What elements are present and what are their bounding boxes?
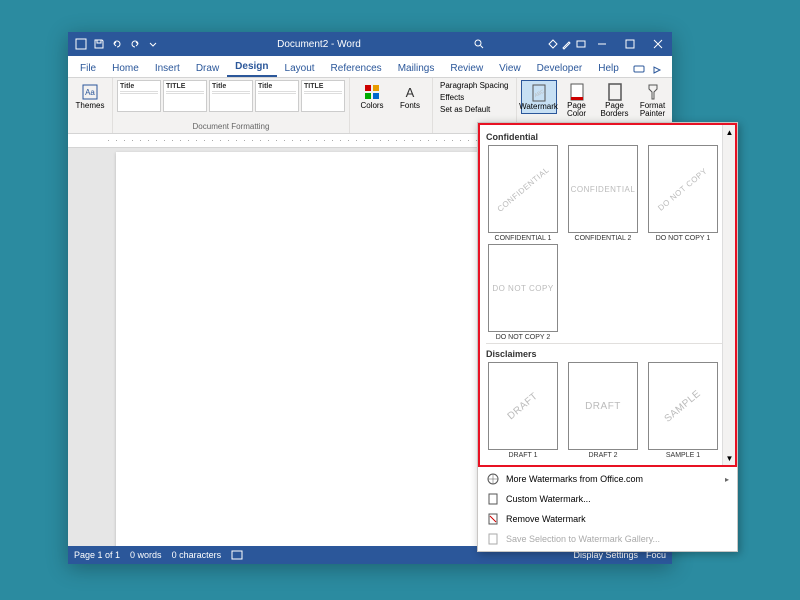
ribbon-group-themes: Aa Themes (68, 78, 113, 133)
quick-access-toolbar (68, 37, 166, 51)
autosave-icon[interactable] (74, 37, 88, 51)
scroll-up-icon[interactable]: ▲ (723, 125, 736, 139)
watermark-thumb-confidential-2[interactable]: CONFIDENTIAL CONFIDENTIAL 2 (566, 145, 640, 242)
page-color-button[interactable]: Page Color (559, 80, 595, 120)
tab-view[interactable]: View (491, 60, 529, 77)
tab-layout[interactable]: Layout (277, 60, 323, 77)
save-selection-item: Save Selection to Watermark Gallery... (478, 529, 737, 549)
gallery-section-label: Disclaimers (486, 346, 729, 362)
window-controls (588, 32, 672, 56)
status-spellcheck-icon[interactable] (231, 550, 243, 560)
themes-button[interactable]: Aa Themes (72, 80, 108, 112)
chevron-right-icon: ▸ (725, 475, 729, 484)
scroll-down-icon[interactable]: ▼ (723, 451, 736, 465)
themes-icon: Aa (80, 82, 100, 102)
watermark-thumb-donotcopy-2[interactable]: DO NOT COPY DO NOT COPY 2 (486, 244, 560, 341)
watermark-thumb-draft-2[interactable]: DRAFT DRAFT 2 (566, 362, 640, 459)
ribbon-display-icon[interactable] (574, 37, 588, 51)
format-painter-button[interactable]: Format Painter (635, 80, 671, 120)
diamond-icon[interactable] (546, 37, 560, 51)
colors-button[interactable]: Colors (354, 80, 390, 112)
qat-more-icon[interactable] (146, 37, 160, 51)
svg-text:ABC: ABC (533, 89, 545, 100)
globe-icon (486, 472, 500, 486)
watermark-thumb-draft-1[interactable]: DRAFT DRAFT 1 (486, 362, 560, 459)
tab-insert[interactable]: Insert (147, 60, 188, 77)
effects-button[interactable]: Effects (437, 92, 512, 103)
search-icon[interactable] (472, 37, 486, 51)
tab-developer[interactable]: Developer (529, 60, 591, 77)
format-painter-icon (643, 82, 663, 102)
status-words[interactable]: 0 words (130, 550, 162, 560)
redo-icon[interactable] (128, 37, 142, 51)
set-default-button[interactable]: Set as Default (437, 104, 512, 115)
watermark-menu: More Watermarks from Office.com ▸ Custom… (478, 467, 737, 551)
status-chars[interactable]: 0 characters (172, 550, 222, 560)
custom-watermark-item[interactable]: Custom Watermark... (478, 489, 737, 509)
close-button[interactable] (644, 32, 672, 56)
minimize-button[interactable] (588, 32, 616, 56)
tab-references[interactable]: References (323, 60, 390, 77)
fonts-icon: A (400, 82, 420, 102)
tab-file[interactable]: File (72, 60, 104, 77)
share-icon[interactable] (650, 63, 664, 77)
watermark-thumb-sample-1[interactable]: SAMPLE SAMPLE 1 (646, 362, 720, 459)
svg-text:A: A (406, 85, 415, 100)
style-set-thumb[interactable]: TITLE (301, 80, 345, 112)
tab-home[interactable]: Home (104, 60, 147, 77)
page-borders-button[interactable]: Page Borders (597, 80, 633, 120)
style-set-thumb[interactable]: Title (255, 80, 299, 112)
maximize-button[interactable] (616, 32, 644, 56)
custom-watermark-icon (486, 492, 500, 506)
ribbon-group-doc-format: Title TITLE Title Title TITLE Document F… (113, 78, 350, 133)
watermark-gallery: Confidential CONFIDENTIAL CONFIDENTIAL 1… (478, 123, 737, 467)
tab-mailings[interactable]: Mailings (390, 60, 443, 77)
gallery-section-label: Confidential (486, 129, 729, 145)
page-color-icon (567, 82, 587, 102)
paragraph-spacing-button[interactable]: Paragraph Spacing (437, 80, 512, 91)
fonts-button[interactable]: A Fonts (392, 80, 428, 112)
save-selection-icon (486, 532, 500, 546)
watermark-thumb-donotcopy-1[interactable]: DO NOT COPY DO NOT COPY 1 (646, 145, 720, 242)
window-title: Document2 - Word (166, 39, 472, 50)
watermark-thumb-confidential-1[interactable]: CONFIDENTIAL CONFIDENTIAL 1 (486, 145, 560, 242)
tab-review[interactable]: Review (442, 60, 491, 77)
page-borders-icon (605, 82, 625, 102)
undo-icon[interactable] (110, 37, 124, 51)
watermark-button[interactable]: ABC Watermark (521, 80, 557, 114)
more-watermarks-item[interactable]: More Watermarks from Office.com ▸ (478, 469, 737, 489)
save-icon[interactable] (92, 37, 106, 51)
status-page[interactable]: Page 1 of 1 (74, 550, 120, 560)
tab-draw[interactable]: Draw (188, 60, 227, 77)
comments-icon[interactable] (632, 63, 646, 77)
pen-icon[interactable] (560, 37, 574, 51)
ribbon-tabs: File Home Insert Draw Design Layout Refe… (68, 56, 672, 78)
colors-icon (362, 82, 382, 102)
remove-watermark-item[interactable]: Remove Watermark (478, 509, 737, 529)
titlebar: Document2 - Word (68, 32, 672, 56)
ribbon-group-colors-fonts: Colors A Fonts (350, 78, 433, 133)
style-set-thumb[interactable]: TITLE (163, 80, 207, 112)
tab-design[interactable]: Design (227, 58, 276, 77)
gallery-scrollbar[interactable]: ▲ ▼ (722, 125, 736, 465)
remove-watermark-icon (486, 512, 500, 526)
style-set-thumb[interactable]: Title (209, 80, 253, 112)
watermark-icon: ABC (529, 83, 549, 103)
svg-text:Aa: Aa (85, 88, 95, 97)
style-set-thumb[interactable]: Title (117, 80, 161, 112)
tab-help[interactable]: Help (590, 60, 627, 77)
watermark-dropdown: Confidential CONFIDENTIAL CONFIDENTIAL 1… (477, 122, 738, 552)
